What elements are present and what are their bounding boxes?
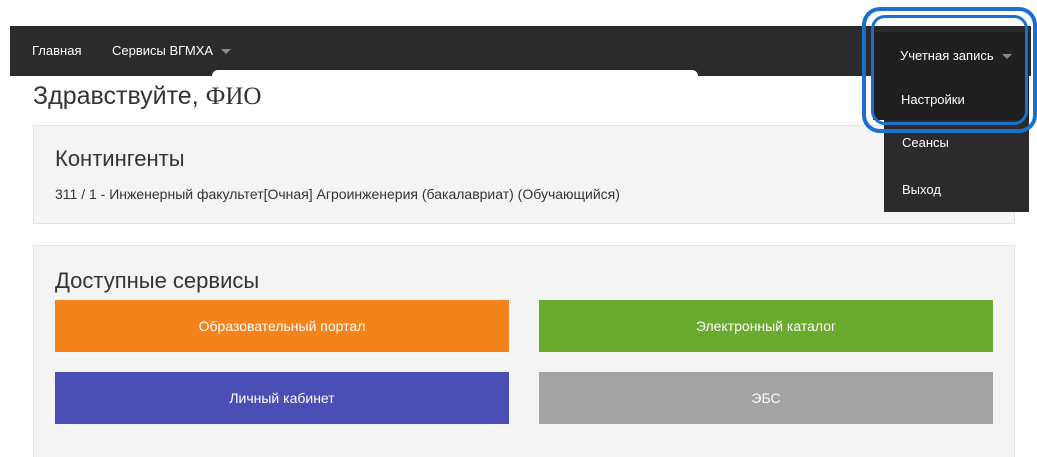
greeting-prefix: Здравствуйте,: [33, 82, 206, 110]
chevron-down-icon: [1001, 54, 1012, 60]
contingents-panel: Контингенты 311 / 1 - Инженерный факульт…: [33, 125, 1015, 224]
portal-button[interactable]: Образовательный портал: [55, 300, 509, 352]
services-panel: Доступные сервисы Образовательный портал…: [33, 245, 1015, 457]
account-dropdown-menu: Сеансы Выход: [884, 120, 1029, 212]
account-label: Учетная запись: [900, 48, 994, 63]
contingents-title: Контингенты: [55, 146, 185, 171]
nav-services-label: Сервисы ВГМХА: [112, 43, 214, 58]
ebs-button[interactable]: ЭБС: [539, 372, 993, 424]
overlay-patch: [212, 70, 698, 88]
page-title: Здравствуйте, ФИО: [33, 82, 261, 111]
catalog-button[interactable]: Электронный каталог: [539, 300, 993, 352]
menu-item-settings[interactable]: Настройки: [901, 92, 965, 107]
menu-item-logout[interactable]: Выход: [902, 182, 941, 197]
user-name: ФИО: [205, 83, 262, 110]
nav-services-dropdown[interactable]: Сервисы ВГМХА: [112, 26, 232, 76]
services-title: Доступные сервисы: [55, 268, 260, 293]
chevron-down-icon: [221, 49, 232, 55]
cabinet-button[interactable]: Личный кабинет: [55, 372, 509, 424]
nav-home-link[interactable]: Главная: [32, 26, 81, 76]
contingent-item: 311 / 1 - Инженерный факультет[Очная] Аг…: [55, 186, 620, 202]
account-dropdown-toggle[interactable]: Учетная запись: [900, 32, 1012, 80]
account-menu-header: Учетная запись Настройки: [873, 32, 1029, 120]
menu-item-sessions[interactable]: Сеансы: [902, 135, 949, 150]
